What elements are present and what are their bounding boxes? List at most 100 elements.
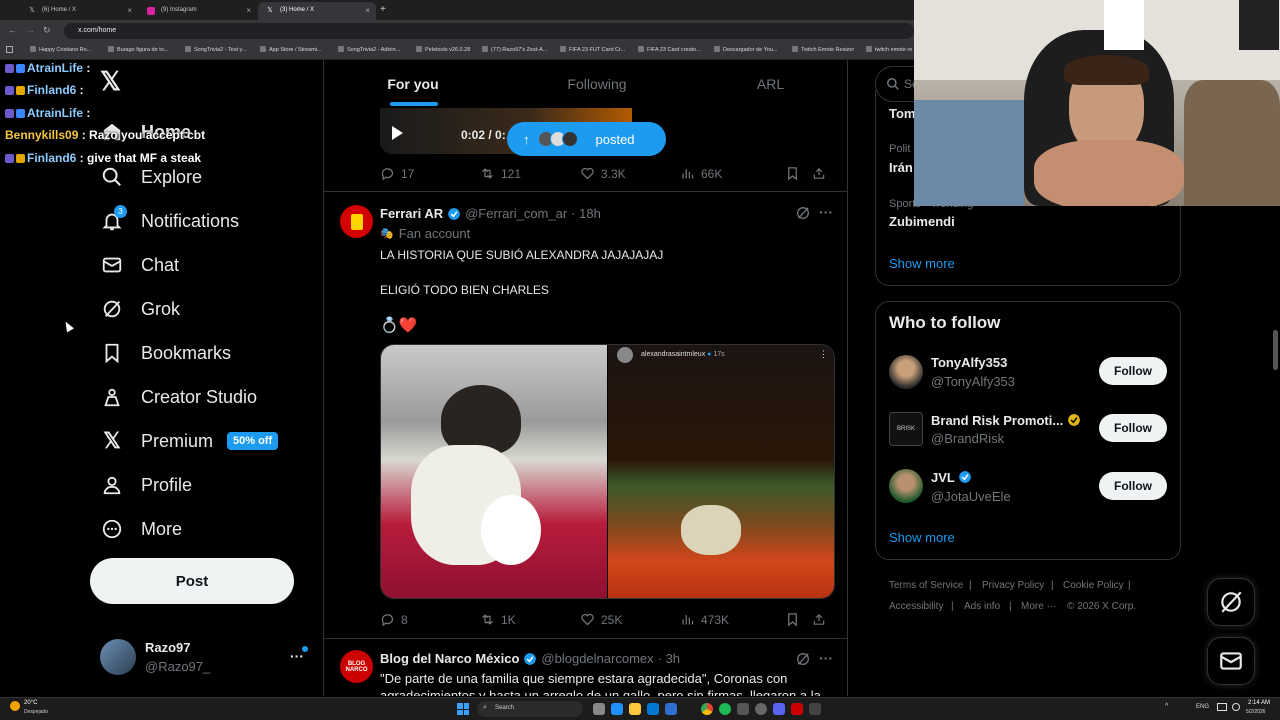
- x-logo-icon[interactable]: 𝕏: [100, 68, 126, 94]
- file-explorer-icon[interactable]: [629, 703, 641, 715]
- post-author-handle[interactable]: @blogdelnarcomex: [541, 651, 653, 666]
- tab-arl[interactable]: ARL: [692, 60, 847, 108]
- share-button[interactable]: [812, 166, 832, 181]
- trend-name[interactable]: Irán: [889, 160, 913, 175]
- bookmark[interactable]: SongTrivia2 - Adivin...: [338, 46, 400, 53]
- grok-explain-icon[interactable]: [795, 205, 811, 226]
- browser-tab[interactable]: 𝕏 (6) Home / X ×: [20, 2, 138, 20]
- suggested-user-name[interactable]: Brand Risk Promoti...: [931, 413, 1081, 428]
- app-icon[interactable]: [737, 703, 749, 715]
- bookmark[interactable]: Burago figura de to...: [108, 46, 168, 53]
- weather-temp[interactable]: 20°C: [24, 700, 37, 706]
- follow-button[interactable]: Follow: [1099, 472, 1167, 500]
- post-more-icon[interactable]: ···: [819, 650, 833, 666]
- messages-float-button[interactable]: [1207, 637, 1255, 685]
- grok-explain-icon[interactable]: [795, 651, 811, 672]
- post-button[interactable]: Post: [90, 558, 294, 604]
- tray-chevron-icon[interactable]: ^: [1165, 703, 1168, 710]
- avatar[interactable]: [889, 355, 923, 389]
- discord-icon[interactable]: [773, 703, 785, 715]
- grok-float-button[interactable]: [1207, 578, 1255, 626]
- bookmark[interactable]: FIFA 23 FUT Card Cr...: [560, 46, 625, 53]
- obs-icon[interactable]: [755, 703, 767, 715]
- follow-button[interactable]: Follow: [1099, 414, 1167, 442]
- bookmark[interactable]: Descargador de You...: [714, 46, 777, 53]
- reply-button[interactable]: 17: [380, 166, 480, 181]
- chrome-icon[interactable]: [701, 703, 713, 715]
- bookmark[interactable]: App Store / Streami...: [260, 46, 322, 53]
- bookmark[interactable]: Peletools v26.0.28: [416, 46, 470, 53]
- bookmark-button[interactable]: [785, 612, 812, 627]
- nav-notifications[interactable]: 3 Notifications: [100, 205, 239, 236]
- app-icon[interactable]: [791, 703, 803, 715]
- footer-link[interactable]: Privacy Policy: [982, 580, 1044, 591]
- new-tab-icon[interactable]: +: [380, 4, 386, 15]
- language-indicator[interactable]: ENG: [1196, 704, 1209, 710]
- like-button[interactable]: 3.3K: [580, 166, 680, 181]
- mail-app-icon[interactable]: [647, 703, 659, 715]
- follow-button[interactable]: Follow: [1099, 357, 1167, 385]
- blog-del-narco-avatar[interactable]: BLOG NARCO: [340, 650, 373, 683]
- account-avatar[interactable]: [100, 639, 136, 675]
- apps-icon[interactable]: [6, 46, 13, 53]
- views-button[interactable]: 66K: [680, 166, 785, 181]
- bookmark[interactable]: (77) Razo97's Zest-A...: [482, 46, 547, 53]
- app-icon[interactable]: [809, 703, 821, 715]
- url-input[interactable]: x.com/home: [64, 23, 914, 39]
- close-tab-icon[interactable]: ×: [246, 6, 251, 15]
- play-icon[interactable]: [392, 126, 403, 140]
- volume-icon[interactable]: [1232, 703, 1240, 711]
- browser-tab-active[interactable]: 𝕏 (3) Home / X ×: [258, 2, 376, 20]
- scrollbar-thumb[interactable]: [1273, 330, 1278, 370]
- footer-link[interactable]: Accessibility: [889, 601, 943, 612]
- clock-time[interactable]: 2:14 AM: [1248, 700, 1270, 706]
- nav-more[interactable]: More: [100, 514, 182, 544]
- avatar[interactable]: [889, 469, 923, 503]
- post-media[interactable]: alexandrasaintmleux ● 17s ⋮: [380, 344, 835, 599]
- brand-risk-avatar[interactable]: BRISK: [889, 412, 923, 446]
- bookmark[interactable]: FIFA 23 Card creato...: [638, 46, 701, 53]
- bookmark[interactable]: Twitch Emote Resizer: [792, 46, 854, 53]
- show-more-trends[interactable]: Show more: [889, 256, 955, 271]
- new-posts-pill[interactable]: ↑ posted: [507, 122, 666, 156]
- post-author-name[interactable]: Ferrari AR: [380, 206, 443, 221]
- post-time[interactable]: · 3h: [658, 651, 680, 666]
- forward-icon[interactable]: →: [26, 25, 35, 35]
- taskbar-search[interactable]: ⌕ Search: [477, 701, 583, 717]
- like-button[interactable]: 25K: [580, 612, 680, 627]
- network-icon[interactable]: [1217, 703, 1227, 711]
- reply-button[interactable]: 8: [380, 612, 480, 627]
- store-icon[interactable]: [665, 703, 677, 715]
- footer-link[interactable]: Cookie Policy: [1063, 580, 1124, 591]
- nav-creator-studio[interactable]: Creator Studio: [100, 382, 257, 412]
- nav-bookmarks[interactable]: Bookmarks: [100, 338, 231, 368]
- share-button[interactable]: [812, 612, 832, 627]
- footer-link[interactable]: More ···: [1021, 601, 1057, 612]
- bookmark-button[interactable]: [785, 166, 812, 181]
- ferrari-avatar[interactable]: [340, 205, 373, 238]
- spotify-icon[interactable]: [719, 703, 731, 715]
- nav-explore[interactable]: Explore: [100, 162, 202, 192]
- close-tab-icon[interactable]: ×: [127, 6, 132, 15]
- reload-icon[interactable]: ↻: [43, 25, 51, 36]
- nav-profile[interactable]: Profile: [100, 470, 192, 500]
- footer-link[interactable]: Terms of Service: [889, 580, 963, 591]
- suggested-user-name[interactable]: JVL: [931, 470, 972, 485]
- nav-chat[interactable]: Chat: [100, 250, 179, 280]
- trend-name[interactable]: Zubimendi: [889, 214, 955, 229]
- post-time[interactable]: · 18h: [571, 206, 601, 221]
- post-author-handle[interactable]: @Ferrari_com_ar: [465, 206, 567, 221]
- back-icon[interactable]: ←: [8, 25, 17, 35]
- browser-tab[interactable]: (9) Instagram ×: [139, 2, 257, 20]
- repost-button[interactable]: 1K: [480, 612, 580, 627]
- views-button[interactable]: 473K: [680, 612, 785, 627]
- nav-grok[interactable]: Grok: [100, 294, 180, 324]
- show-more-follow[interactable]: Show more: [889, 530, 955, 545]
- footer-link[interactable]: Ads info: [964, 601, 1000, 612]
- post-more-icon[interactable]: ···: [819, 204, 833, 220]
- trend-name[interactable]: Tom: [889, 106, 915, 121]
- nav-premium[interactable]: 𝕏 Premium 50% off: [100, 426, 279, 456]
- bookmark[interactable]: twitch emote re: [866, 46, 912, 53]
- tab-for-you[interactable]: For you: [324, 60, 502, 108]
- repost-button[interactable]: 121: [480, 166, 580, 181]
